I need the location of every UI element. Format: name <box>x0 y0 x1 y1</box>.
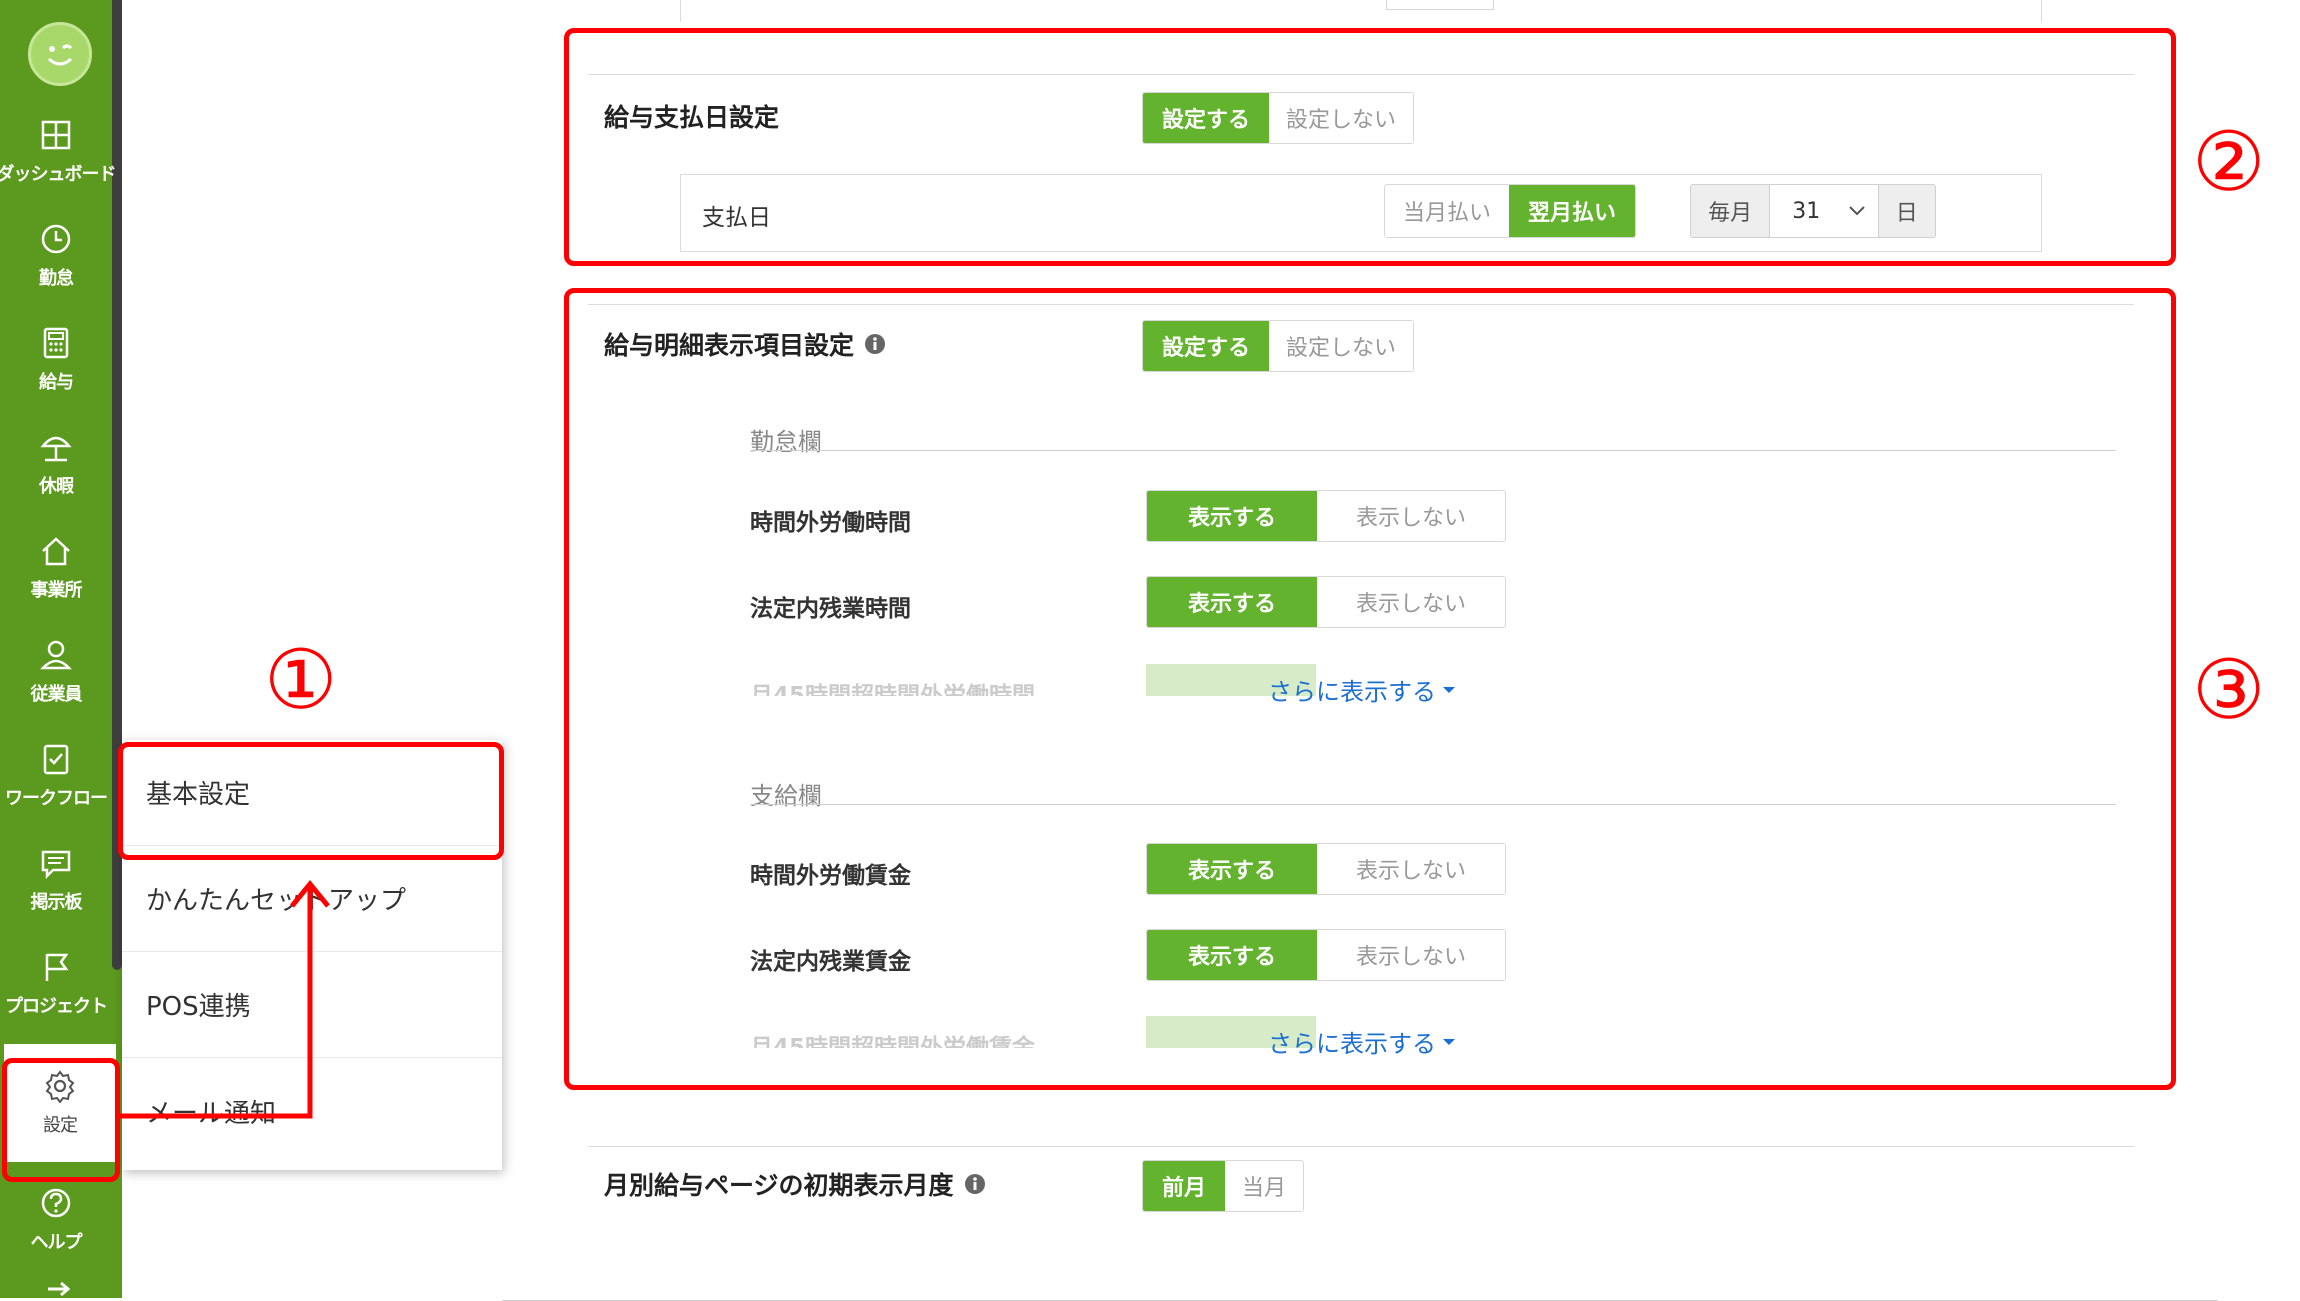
sidebar-item-leave[interactable]: 休暇 <box>0 412 112 516</box>
logo[interactable] <box>28 22 92 86</box>
sidebar-item-label: 勤怠 <box>39 268 74 289</box>
arrow-right-icon[interactable] <box>44 1280 74 1298</box>
annotation-arrow <box>120 880 330 1119</box>
clipboard-icon <box>43 744 69 775</box>
annotation-box-pay-date <box>564 28 2176 266</box>
info-icon[interactable] <box>964 1173 986 1195</box>
person-icon <box>40 640 72 670</box>
smiley-logo-icon <box>47 44 73 66</box>
annotation-number-one: ① <box>264 633 338 728</box>
sidebar-item-dashboard[interactable]: ダッシュボード <box>0 100 117 204</box>
sidebar-item-label: 掲示板 <box>30 892 83 913</box>
sidebar-item-payroll[interactable]: 給与 <box>0 308 112 412</box>
sidebar-item-help[interactable]: ヘルプ <box>0 1168 112 1272</box>
previous-section-edge <box>680 0 2042 22</box>
calculator-icon <box>43 327 69 359</box>
sidebar-item-label: 給与 <box>39 372 74 393</box>
flag-icon <box>45 953 69 981</box>
annotation-number-two: ② <box>2192 115 2266 210</box>
sidebar-item-label: ダッシュボード <box>0 164 117 185</box>
sidebar-item-office[interactable]: 事業所 <box>0 516 112 620</box>
annotation-box-payslip <box>564 288 2176 1090</box>
initial-month-toggle: 前月 当月 <box>1142 1160 1304 1212</box>
home-icon <box>42 537 70 566</box>
help-icon <box>41 1188 71 1218</box>
sidebar-item-board[interactable]: 掲示板 <box>0 828 112 932</box>
chat-icon <box>41 850 71 880</box>
annotation-box-basic-settings <box>118 742 504 860</box>
sidebar-item-employees[interactable]: 従業員 <box>0 620 112 724</box>
sidebar-item-label: プロジェクト <box>5 996 108 1017</box>
previous-month-button[interactable]: 前月 <box>1143 1161 1225 1211</box>
sidebar-item-attendance[interactable]: 勤怠 <box>0 204 112 308</box>
clock-icon <box>41 224 71 254</box>
sidebar-item-label: 従業員 <box>30 684 83 705</box>
sidebar-item-label: 休暇 <box>39 476 74 497</box>
initial-month-title-text: 月別給与ページの初期表示月度 <box>604 1171 954 1200</box>
sidebar-item-label: ヘルプ <box>30 1232 83 1253</box>
annotation-box-settings <box>2 1058 120 1182</box>
current-month-button[interactable]: 当月 <box>1225 1161 1303 1211</box>
dashboard-icon <box>41 120 71 150</box>
sidebar-item-workflow[interactable]: ワークフロー <box>0 724 112 828</box>
sidebar-item-project[interactable]: プロジェクト <box>0 932 112 1036</box>
beach-umbrella-icon <box>40 436 72 462</box>
previous-section-control <box>1386 0 1494 10</box>
sidebar-item-label: 事業所 <box>30 580 83 601</box>
annotation-number-three: ③ <box>2192 643 2266 738</box>
divider <box>588 1146 2134 1147</box>
initial-month-title: 月別給与ページの初期表示月度 <box>604 1164 986 1204</box>
sidebar-item-label: ワークフロー <box>5 788 108 809</box>
